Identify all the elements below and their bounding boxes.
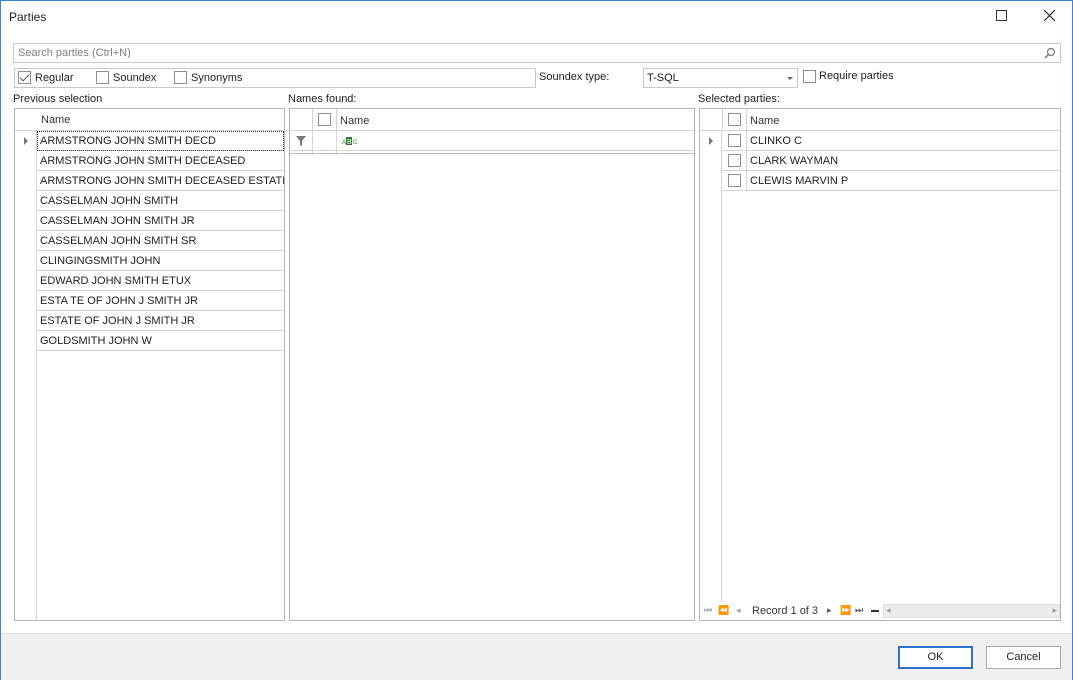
row-indicator-header xyxy=(15,109,37,131)
select-all-checkbox[interactable] xyxy=(728,113,741,126)
next-page-icon[interactable]: ⏩ xyxy=(840,605,851,616)
list-item[interactable]: CASSELMAN JOHN SMITH xyxy=(37,191,284,211)
regular-checkbox[interactable] xyxy=(18,71,31,84)
delete-record-icon[interactable] xyxy=(871,610,879,612)
maximize-icon xyxy=(995,10,1007,24)
search-placeholder: Search parties (Ctrl+N) xyxy=(18,47,131,59)
synonyms-label: Synonyms xyxy=(191,72,243,84)
list-item-label: ARMSTRONG JOHN SMITH DECEASED xyxy=(40,155,246,167)
dialog-footer: OK Cancel xyxy=(1,633,1072,680)
current-row-indicator-icon xyxy=(24,137,28,145)
previous-selection-label: Previous selection xyxy=(13,93,103,105)
party-name: CLINKO C xyxy=(750,135,802,147)
regular-label: Regular xyxy=(35,72,74,84)
list-item-label: ESTA TE OF JOHN J SMITH JR xyxy=(40,295,198,307)
list-item[interactable]: CLINGINGSMITH JOHN xyxy=(37,251,284,271)
record-count: Record 1 of 3 xyxy=(752,605,819,617)
row-indicator-column xyxy=(700,109,722,620)
table-row[interactable]: CLINKO C xyxy=(722,131,1060,151)
column-header-label: Name xyxy=(41,114,71,126)
cancel-button[interactable]: Cancel xyxy=(986,646,1061,669)
list-item[interactable]: EDWARD JOHN SMITH ETUX xyxy=(37,271,284,291)
filter-icon xyxy=(296,136,306,149)
table-row[interactable]: CLEWIS MARVIN P xyxy=(722,171,1060,191)
names-found-grid[interactable]: Name ABC xyxy=(289,108,695,621)
row-indicator-column xyxy=(15,109,37,620)
list-item[interactable]: GOLDSMITH JOHN W xyxy=(37,331,284,351)
search-options: Regular Soundex Synonyms xyxy=(14,68,536,88)
list-item-label: CASSELMAN JOHN SMITH SR xyxy=(40,235,197,247)
scroll-left-icon[interactable]: ◂ xyxy=(886,605,891,616)
grid-line xyxy=(746,171,747,191)
record-navigator: ⏮ ⏪ ◂ Record 1 of 3 ▸ ⏩ ⏭ ◂ ▸ xyxy=(700,602,1060,620)
require-parties-label: Require parties xyxy=(819,70,894,82)
list-item-label: CLINGINGSMITH JOHN xyxy=(40,255,161,267)
column-header-name[interactable]: Name xyxy=(750,115,779,127)
close-icon xyxy=(1043,9,1055,24)
list-item[interactable]: CASSELMAN JOHN SMITH SR xyxy=(37,231,284,251)
list-item[interactable]: ARMSTRONG JOHN SMITH DECEASED ESTATE xyxy=(37,171,284,191)
list-item-label: EDWARD JOHN SMITH ETUX xyxy=(40,275,192,287)
auto-filter-row[interactable]: ABC xyxy=(290,131,694,151)
list-item-label: CASSELMAN JOHN SMITH xyxy=(40,195,179,207)
prev-record-icon[interactable]: ◂ xyxy=(736,605,741,616)
row-checkbox[interactable] xyxy=(728,174,741,187)
list-item[interactable]: ARMSTRONG JOHN SMITH DECD xyxy=(37,131,284,151)
list-item-label: ARMSTRONG JOHN SMITH DECD xyxy=(40,135,216,147)
list-item[interactable]: ARMSTRONG JOHN SMITH DECEASED xyxy=(37,151,284,171)
select-all-checkbox[interactable] xyxy=(318,113,331,126)
svg-text:B: B xyxy=(347,139,352,146)
close-button[interactable] xyxy=(1026,1,1072,33)
scroll-right-icon[interactable]: ▸ xyxy=(1052,605,1057,616)
soundex-type-value: T-SQL xyxy=(647,72,679,84)
list-item-label: ESTATE OF JOHN J SMITH JR xyxy=(40,315,195,327)
ok-button[interactable]: OK xyxy=(898,646,973,669)
list-item[interactable]: ESTA TE OF JOHN J SMITH JR xyxy=(37,291,284,311)
svg-text:C: C xyxy=(353,140,358,146)
grid-line xyxy=(746,109,747,131)
window-title: Parties xyxy=(9,10,47,24)
names-found-label: Names found: xyxy=(288,93,357,105)
synonyms-checkbox[interactable] xyxy=(174,71,187,84)
prev-page-icon[interactable]: ⏪ xyxy=(718,605,729,616)
title-bar: Parties xyxy=(1,1,1072,33)
horizontal-scrollbar[interactable]: ◂ ▸ xyxy=(883,604,1060,618)
parties-dialog: Parties Search parties (Ctrl+N) Regular … xyxy=(0,0,1073,680)
row-checkbox[interactable] xyxy=(728,154,741,167)
soundex-label: Soundex xyxy=(113,72,157,84)
list-item-label: CASSELMAN JOHN SMITH JR xyxy=(40,215,195,227)
table-row[interactable]: CLARK WAYMAN xyxy=(722,151,1060,171)
list-item-label: GOLDSMITH JOHN W xyxy=(40,335,152,347)
require-parties-checkbox[interactable] xyxy=(803,70,816,83)
soundex-checkbox[interactable] xyxy=(96,71,109,84)
last-record-icon[interactable]: ⏭ xyxy=(855,605,863,616)
first-record-icon[interactable]: ⏮ xyxy=(704,605,712,616)
current-row-indicator-icon xyxy=(709,137,713,145)
grid-line xyxy=(746,151,747,171)
selected-parties-label: Selected parties: xyxy=(698,93,780,105)
search-input[interactable]: Search parties (Ctrl+N) xyxy=(13,43,1061,63)
list-item[interactable]: ESTATE OF JOHN J SMITH JR xyxy=(37,311,284,331)
party-name: CLARK WAYMAN xyxy=(750,155,839,167)
grid-line xyxy=(746,131,747,151)
party-name: CLEWIS MARVIN P xyxy=(750,175,849,187)
list-item-label: ARMSTRONG JOHN SMITH DECEASED ESTATE xyxy=(40,175,285,187)
column-header-name[interactable]: Name xyxy=(37,109,284,131)
dialog-body: Search parties (Ctrl+N) Regular Soundex … xyxy=(1,33,1072,633)
search-icon xyxy=(1044,47,1056,62)
grid-line xyxy=(290,153,694,154)
next-record-icon[interactable]: ▸ xyxy=(827,605,832,616)
grid-line xyxy=(722,109,723,131)
chevron-down-icon xyxy=(787,77,793,80)
list-item[interactable]: CASSELMAN JOHN SMITH JR xyxy=(37,211,284,231)
previous-selection-grid[interactable]: Name ARMSTRONG JOHN SMITH DECD ARMSTRONG … xyxy=(14,108,285,621)
svg-text:A: A xyxy=(342,140,346,146)
row-checkbox[interactable] xyxy=(728,134,741,147)
selected-parties-grid[interactable]: Name CLINKO C CLARK WAYMAN CLEWIS MARVIN P… xyxy=(699,108,1061,621)
soundex-type-select[interactable]: T-SQL xyxy=(643,68,798,88)
maximize-button[interactable] xyxy=(978,1,1024,33)
soundex-type-label: Soundex type: xyxy=(539,71,610,83)
column-header-name[interactable]: Name xyxy=(340,115,369,127)
text-filter-icon[interactable]: ABC xyxy=(342,136,358,149)
